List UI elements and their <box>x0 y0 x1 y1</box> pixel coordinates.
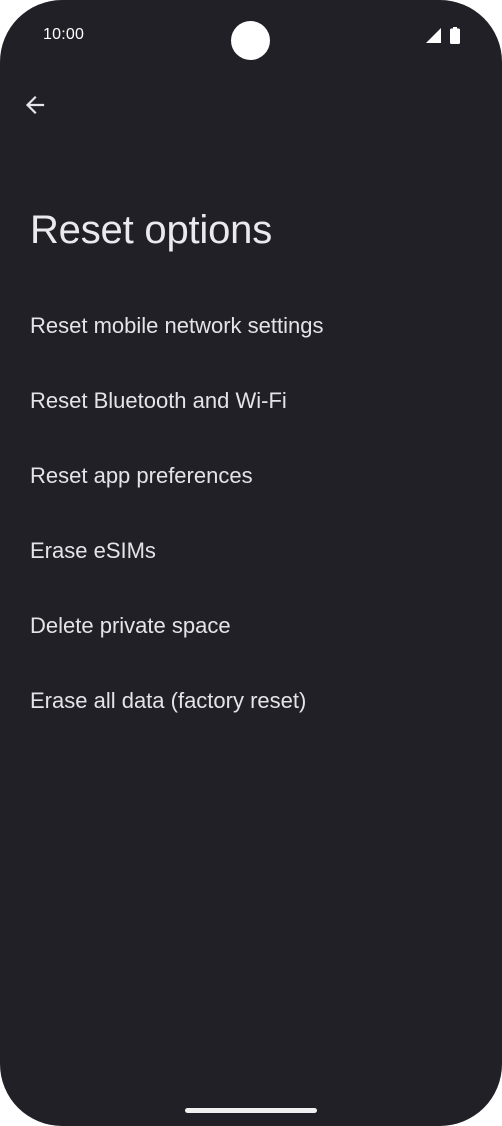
phone-screen: 10:00 Reset options Reset mobile network… <box>0 0 502 1126</box>
erase-esims-item[interactable]: Erase eSIMs <box>0 513 502 588</box>
reset-app-preferences-item[interactable]: Reset app preferences <box>0 438 502 513</box>
status-time: 10:00 <box>43 26 85 43</box>
back-button[interactable] <box>14 84 56 126</box>
camera-cutout <box>231 21 270 60</box>
signal-icon <box>426 28 441 43</box>
reset-bluetooth-wifi-item[interactable]: Reset Bluetooth and Wi-Fi <box>0 363 502 438</box>
arrow-left-icon <box>25 95 45 115</box>
battery-icon <box>450 27 460 44</box>
reset-mobile-network-settings-item[interactable]: Reset mobile network settings <box>0 288 502 363</box>
erase-all-data-item[interactable]: Erase all data (factory reset) <box>0 663 502 738</box>
status-bar: 10:00 <box>0 0 502 72</box>
page-title: Reset options <box>30 208 272 252</box>
home-indicator[interactable] <box>185 1108 317 1113</box>
reset-options-list: Reset mobile network settings Reset Blue… <box>0 288 502 738</box>
delete-private-space-item[interactable]: Delete private space <box>0 588 502 663</box>
